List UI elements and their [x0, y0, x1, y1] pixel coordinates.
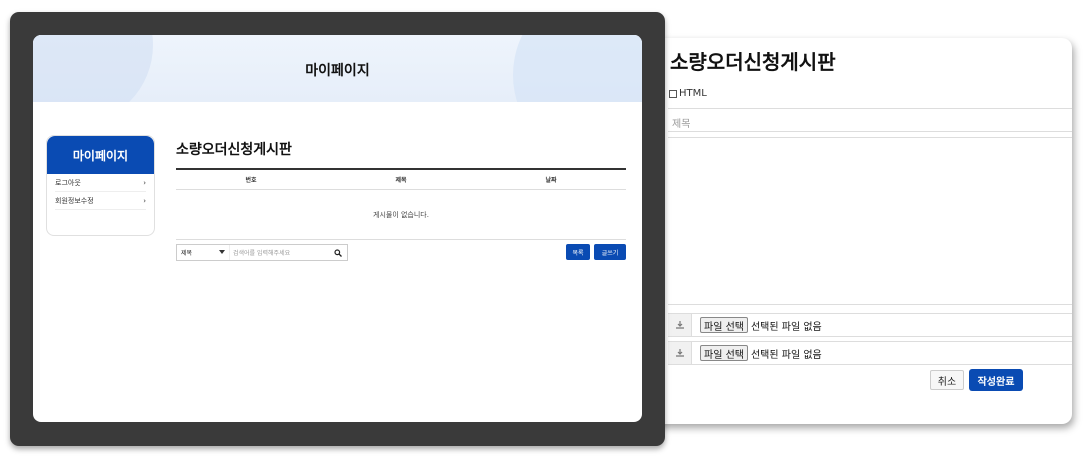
html-checkbox-label: HTML	[679, 88, 707, 99]
search-type-select[interactable]: 제목	[177, 245, 230, 260]
sidebar-item-logout[interactable]: 로그아웃 ›	[55, 174, 146, 192]
table-header: 번호 제목 날짜	[176, 170, 626, 190]
mypage-screen: 마이페이지 마이페이지 로그아웃 › 회원정보수정 › 소량오더신청게시판 번호…	[33, 35, 642, 422]
file-select-button[interactable]: 파일 선택	[700, 345, 748, 361]
html-checkbox-group[interactable]: HTML	[669, 88, 707, 99]
empty-message: 게시물이 없습니다.	[176, 190, 626, 240]
search-input[interactable]: 검색어를 입력해주세요	[230, 248, 329, 257]
sidebar-item-edit-profile[interactable]: 회원정보수정 ›	[55, 192, 146, 210]
search-type-value: 제목	[181, 250, 193, 257]
sidebar-item-label: 로그아웃	[55, 178, 81, 187]
file-select-button[interactable]: 파일 선택	[700, 317, 748, 333]
subject-input[interactable]: 제목	[668, 108, 1072, 132]
write-button[interactable]: 글쓰기	[594, 244, 626, 260]
upload-icon	[668, 342, 692, 364]
sidebar-item-label: 회원정보수정	[55, 196, 94, 205]
sidebar-title: 마이페이지	[47, 136, 154, 174]
file-status-text: 선택된 파일 없음	[750, 349, 822, 361]
content-textarea[interactable]	[668, 137, 1072, 305]
sidebar-menu: 마이페이지 로그아웃 › 회원정보수정 ›	[46, 135, 155, 236]
chevron-right-icon: ›	[143, 178, 146, 187]
column-header-number: 번호	[245, 177, 257, 184]
column-header-title: 제목	[395, 177, 407, 184]
write-form-panel: 소량오더신청게시판 HTML 제목 파일 선택 선택된 파일 없음 파일 선택 …	[650, 38, 1072, 424]
column-header-date: 날짜	[545, 177, 557, 184]
file-upload-row: 파일 선택 선택된 파일 없음	[668, 313, 1072, 337]
page-title: 마이페이지	[305, 63, 370, 79]
board-title: 소량오더신청게시판	[176, 142, 292, 158]
page-banner: 마이페이지	[33, 35, 642, 102]
file-upload-row: 파일 선택 선택된 파일 없음	[668, 341, 1072, 365]
device-frame: 마이페이지 마이페이지 로그아웃 › 회원정보수정 › 소량오더신청게시판 번호…	[10, 12, 665, 446]
chevron-right-icon: ›	[143, 196, 146, 205]
board-table: 번호 제목 날짜 게시물이 없습니다.	[176, 168, 626, 240]
search-icon[interactable]	[329, 248, 347, 257]
write-form-title: 소량오더신청게시판	[670, 50, 836, 74]
upload-icon	[668, 314, 692, 336]
submit-button[interactable]: 작성완료	[969, 369, 1023, 391]
html-checkbox[interactable]	[669, 89, 677, 98]
cancel-button[interactable]: 취소	[930, 370, 964, 390]
list-button[interactable]: 목록	[566, 244, 590, 260]
search-bar: 제목 검색어를 입력해주세요	[176, 244, 348, 261]
chevron-down-icon	[219, 249, 225, 256]
file-status-text: 선택된 파일 없음	[750, 321, 822, 333]
